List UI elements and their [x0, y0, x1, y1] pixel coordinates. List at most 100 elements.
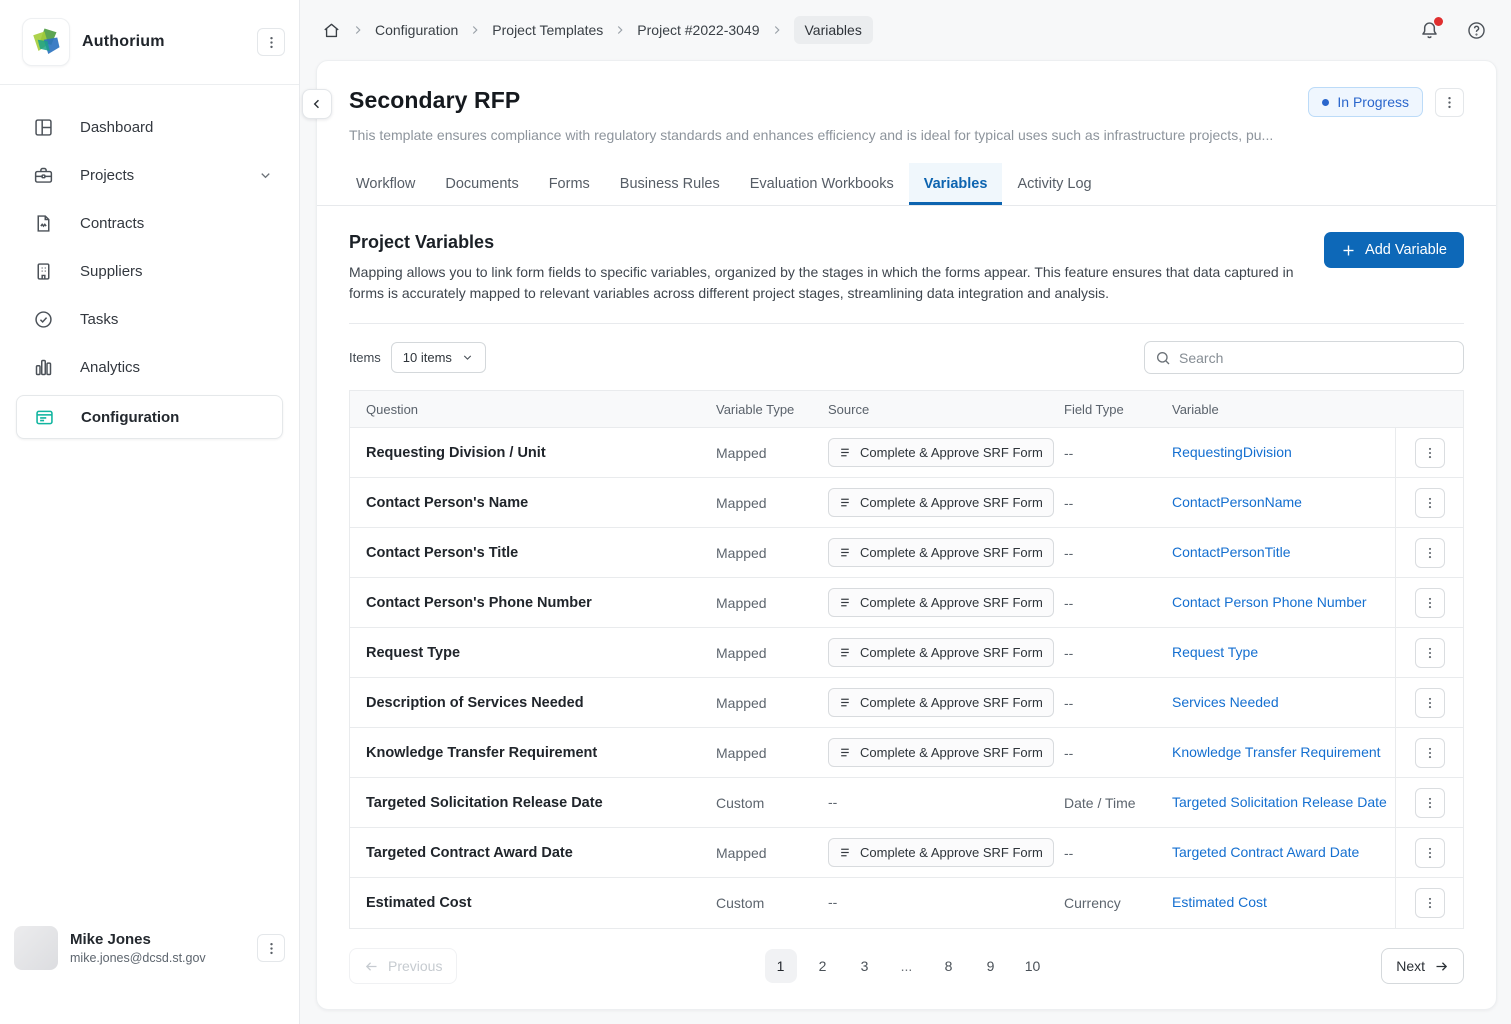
row-kebab-menu[interactable] — [1415, 788, 1445, 818]
table-header-row: Question Variable Type Source Field Type… — [350, 391, 1463, 428]
status-badge[interactable]: In Progress — [1308, 87, 1423, 117]
search-icon — [1155, 350, 1171, 366]
previous-page-button[interactable]: Previous — [349, 948, 457, 984]
column-header-variable-type: Variable Type — [700, 402, 812, 417]
pagination-page-10[interactable]: 10 — [1017, 949, 1049, 983]
chevron-down-icon — [258, 168, 273, 183]
tab-activity-log[interactable]: Activity Log — [1002, 163, 1106, 205]
pagination-page-3[interactable]: 3 — [849, 949, 881, 983]
topbar: Configuration Project Templates Project … — [300, 0, 1511, 60]
variable-type-cell: Mapped — [700, 495, 812, 511]
variable-link[interactable]: Estimated Cost — [1172, 894, 1267, 910]
sidebar-item-projects[interactable]: Projects — [0, 151, 299, 199]
breadcrumb-project-templates[interactable]: Project Templates — [492, 22, 603, 38]
field-type-cell: Currency — [1048, 895, 1156, 911]
variable-link[interactable]: RequestingDivision — [1172, 444, 1292, 460]
column-header-field-type: Field Type — [1048, 402, 1156, 417]
brand-name: Authorium — [82, 33, 165, 51]
table-row: Targeted Contract Award Date Mapped Comp… — [350, 828, 1463, 878]
sidebar-kebab-menu[interactable] — [257, 28, 285, 56]
page-title: Secondary RFP — [349, 87, 520, 114]
sidebar-item-tasks[interactable]: Tasks — [0, 295, 299, 343]
sidebar-item-label: Tasks — [80, 311, 118, 328]
tab-evaluation-workbooks[interactable]: Evaluation Workbooks — [735, 163, 909, 205]
breadcrumb-project-number[interactable]: Project #2022-3049 — [637, 22, 759, 38]
breadcrumb-configuration[interactable]: Configuration — [375, 22, 458, 38]
breadcrumb-separator-icon — [468, 23, 482, 37]
tab-documents[interactable]: Documents — [430, 163, 533, 205]
sidebar-item-analytics[interactable]: Analytics — [0, 343, 299, 391]
table-row: Requesting Division / Unit Mapped Comple… — [350, 428, 1463, 478]
row-kebab-menu[interactable] — [1415, 588, 1445, 618]
row-kebab-menu[interactable] — [1415, 838, 1445, 868]
template-detail-card: Secondary RFP In Progress This template … — [316, 60, 1497, 1010]
sidebar-item-label: Suppliers — [80, 263, 143, 280]
variable-link[interactable]: Targeted Solicitation Release Date — [1172, 794, 1387, 810]
source-form-chip: Complete & Approve SRF Form — [828, 588, 1054, 617]
row-kebab-menu[interactable] — [1415, 638, 1445, 668]
source-cell: -- — [812, 894, 1048, 912]
sidebar-item-dashboard[interactable]: Dashboard — [0, 103, 299, 151]
tab-forms[interactable]: Forms — [534, 163, 605, 205]
variable-link[interactable]: ContactPersonName — [1172, 494, 1302, 510]
source-form-chip: Complete & Approve SRF Form — [828, 438, 1054, 467]
variables-table: Question Variable Type Source Field Type… — [349, 390, 1464, 929]
table-row: Contact Person's Title Mapped Complete &… — [350, 528, 1463, 578]
variable-link[interactable]: Services Needed — [1172, 694, 1279, 710]
variable-link[interactable]: Request Type — [1172, 644, 1258, 660]
form-lines-icon — [839, 846, 852, 859]
add-variable-button[interactable]: Add Variable — [1324, 232, 1464, 268]
column-header-question: Question — [350, 402, 700, 417]
row-kebab-menu[interactable] — [1415, 888, 1445, 918]
configuration-icon — [33, 407, 55, 428]
variable-type-cell: Mapped — [700, 545, 812, 561]
tab-workflow[interactable]: Workflow — [341, 163, 430, 205]
variable-type-cell: Custom — [700, 795, 812, 811]
template-description: This template ensures compliance with re… — [349, 127, 1449, 143]
next-page-button[interactable]: Next — [1381, 948, 1464, 984]
variable-link[interactable]: Targeted Contract Award Date — [1172, 844, 1359, 860]
home-icon[interactable] — [322, 21, 341, 40]
user-kebab-menu[interactable] — [257, 934, 285, 962]
variable-type-cell: Mapped — [700, 695, 812, 711]
back-button[interactable] — [302, 89, 332, 119]
sidebar-item-suppliers[interactable]: Suppliers — [0, 247, 299, 295]
table-row: Estimated Cost Custom -- Currency Estima… — [350, 878, 1463, 928]
row-kebab-menu[interactable] — [1415, 538, 1445, 568]
field-type-cell: -- — [1048, 545, 1156, 561]
pagination-page-2[interactable]: 2 — [807, 949, 839, 983]
row-kebab-menu[interactable] — [1415, 438, 1445, 468]
variable-link[interactable]: Contact Person Phone Number — [1172, 594, 1367, 610]
check-circle-icon — [32, 309, 54, 330]
notifications-bell-icon[interactable] — [1419, 20, 1440, 41]
sidebar-item-configuration[interactable]: Configuration — [16, 395, 283, 439]
tab-business-rules[interactable]: Business Rules — [605, 163, 735, 205]
field-type-cell: -- — [1048, 595, 1156, 611]
tab-bar: Workflow Documents Forms Business Rules … — [317, 163, 1496, 206]
items-per-page-dropdown[interactable]: 10 items — [391, 342, 486, 373]
source-cell: -- — [812, 794, 1048, 812]
tab-variables[interactable]: Variables — [909, 163, 1003, 205]
row-kebab-menu[interactable] — [1415, 738, 1445, 768]
variable-link[interactable]: Knowledge Transfer Requirement — [1172, 744, 1381, 760]
source-cell: Complete & Approve SRF Form — [812, 588, 1048, 617]
sidebar-item-contracts[interactable]: Contracts — [0, 199, 299, 247]
variable-link[interactable]: ContactPersonTitle — [1172, 544, 1291, 560]
variable-type-cell: Mapped — [700, 445, 812, 461]
pagination-page-8[interactable]: 8 — [933, 949, 965, 983]
source-form-chip: Complete & Approve SRF Form — [828, 688, 1054, 717]
help-icon[interactable] — [1466, 20, 1487, 41]
question-cell: Requesting Division / Unit — [350, 445, 700, 461]
question-cell: Contact Person's Phone Number — [350, 595, 700, 611]
template-kebab-menu[interactable] — [1435, 88, 1464, 117]
pagination-page-9[interactable]: 9 — [975, 949, 1007, 983]
row-kebab-menu[interactable] — [1415, 688, 1445, 718]
variable-cell: Estimated Cost — [1156, 894, 1395, 912]
row-actions — [1395, 778, 1463, 827]
breadcrumb-variables-current: Variables — [794, 16, 873, 44]
row-kebab-menu[interactable] — [1415, 488, 1445, 518]
sidebar-item-label: Analytics — [80, 359, 140, 376]
form-lines-icon — [839, 546, 852, 559]
search-input[interactable] — [1179, 350, 1453, 366]
pagination-page-1[interactable]: 1 — [765, 949, 797, 983]
